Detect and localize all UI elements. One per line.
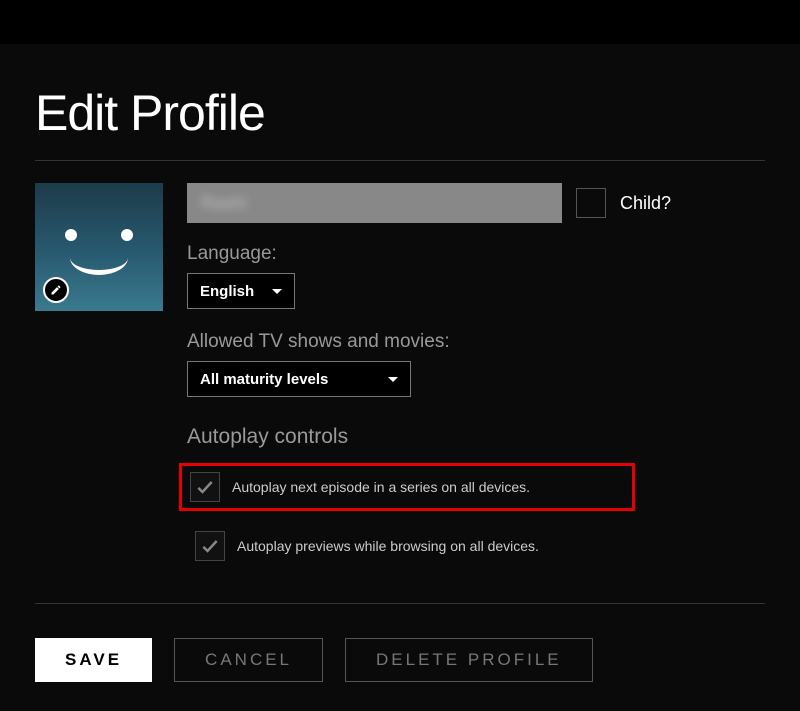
chevron-down-icon [388, 377, 398, 382]
avatar-wrap [35, 183, 163, 311]
pencil-icon [50, 284, 62, 296]
cancel-button[interactable]: CANCEL [174, 638, 323, 682]
avatar-eye-right [121, 229, 133, 241]
maturity-select[interactable]: All maturity levels [187, 361, 411, 397]
form-column: Rashi Child? Language: English Allowed T… [187, 183, 765, 581]
save-button[interactable]: SAVE [35, 638, 152, 682]
autoplay-next-episode-checkbox[interactable] [190, 472, 220, 502]
autoplay-previews-row: Autoplay previews while browsing on all … [187, 525, 765, 567]
page-title: Edit Profile [35, 84, 765, 142]
top-bar [0, 0, 800, 44]
child-checkbox[interactable] [576, 188, 606, 218]
checkmark-icon [195, 477, 215, 497]
profile-name-value: Rashi [201, 193, 247, 214]
bottom-divider [35, 603, 765, 604]
delete-profile-button[interactable]: DELETE PROFILE [345, 638, 593, 682]
autoplay-heading: Autoplay controls [187, 425, 765, 449]
avatar-mouth [70, 247, 128, 275]
name-row: Rashi Child? [187, 183, 765, 223]
maturity-label: Allowed TV shows and movies: [187, 331, 765, 353]
autoplay-next-episode-label: Autoplay next episode in a series on all… [232, 479, 530, 495]
autoplay-previews-checkbox[interactable] [195, 531, 225, 561]
chevron-down-icon [272, 289, 282, 294]
profile-name-input[interactable]: Rashi [187, 183, 562, 223]
action-buttons: SAVE CANCEL DELETE PROFILE [35, 638, 765, 682]
autoplay-previews-label: Autoplay previews while browsing on all … [237, 538, 539, 554]
profile-row: Rashi Child? Language: English Allowed T… [35, 183, 765, 581]
maturity-selected: All maturity levels [200, 371, 328, 388]
autoplay-next-episode-row: Autoplay next episode in a series on all… [179, 463, 635, 511]
checkmark-icon [200, 536, 220, 556]
child-label: Child? [620, 193, 671, 214]
language-selected: English [200, 283, 254, 300]
avatar-eye-left [65, 229, 77, 241]
edit-profile-container: Edit Profile Rashi Child? Language: [0, 44, 800, 682]
edit-avatar-button[interactable] [43, 277, 69, 303]
language-label: Language: [187, 243, 765, 265]
language-select[interactable]: English [187, 273, 295, 309]
title-divider [35, 160, 765, 161]
